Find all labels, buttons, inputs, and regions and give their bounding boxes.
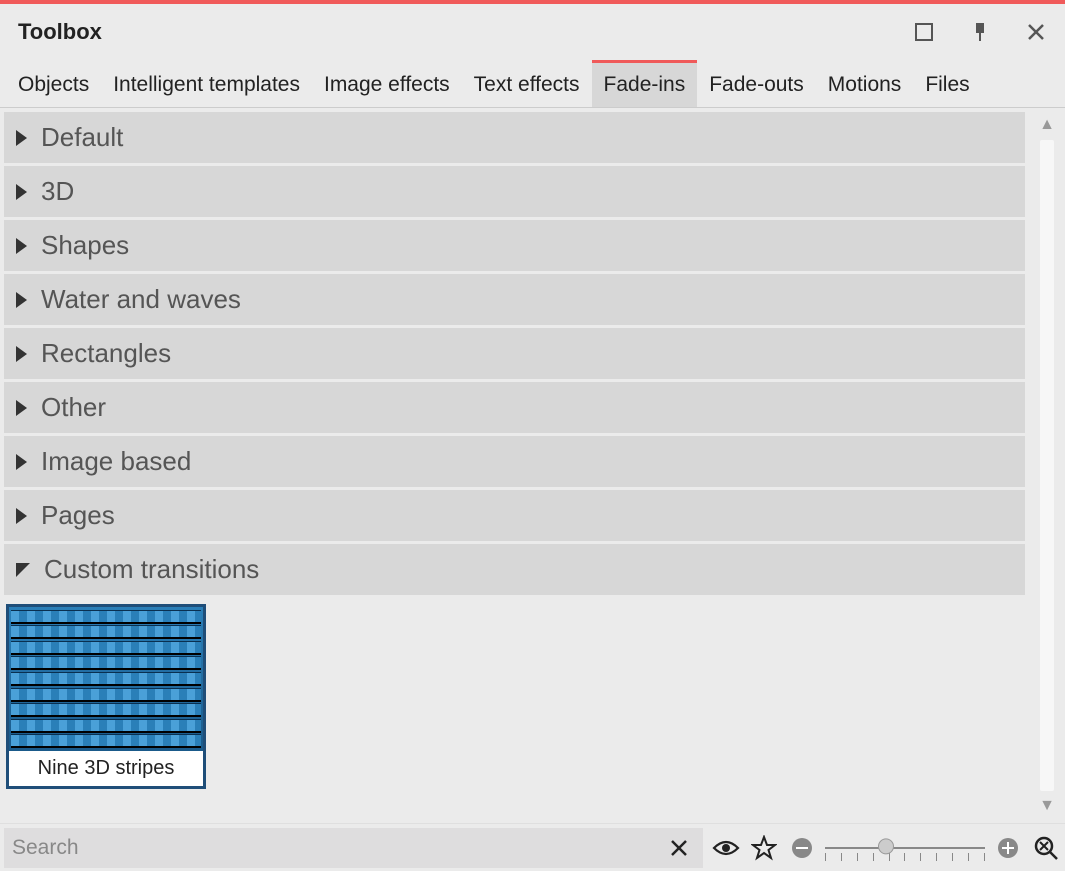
tab-text-effects[interactable]: Text effects	[462, 60, 592, 107]
pin-icon[interactable]	[969, 21, 991, 43]
group-default[interactable]: Default	[4, 112, 1025, 163]
transition-caption: Nine 3D stripes	[34, 751, 179, 786]
group-label: Other	[41, 392, 106, 423]
search-field[interactable]	[4, 828, 703, 868]
maximize-icon[interactable]	[913, 21, 935, 43]
tab-label: Objects	[18, 73, 89, 97]
tab-objects[interactable]: Objects	[6, 60, 101, 107]
transition-item-nine-3d-stripes[interactable]: Nine 3D stripes	[6, 604, 206, 789]
transition-thumbnail	[9, 607, 203, 751]
slider-ticks	[825, 853, 985, 861]
scroll-track[interactable]	[1040, 140, 1054, 791]
tab-motions[interactable]: Motions	[816, 60, 914, 107]
group-label: 3D	[41, 176, 74, 207]
footer	[0, 823, 1065, 871]
chevron-right-icon	[16, 508, 27, 524]
chevron-right-icon	[16, 292, 27, 308]
tab-fade-outs[interactable]: Fade-outs	[697, 60, 816, 107]
clear-search-icon[interactable]	[663, 838, 695, 858]
group-other[interactable]: Other	[4, 382, 1025, 433]
group-label: Shapes	[41, 230, 129, 261]
chevron-down-icon	[16, 563, 30, 577]
tab-fade-ins[interactable]: Fade-ins	[592, 60, 698, 107]
group-3d[interactable]: 3D	[4, 166, 1025, 217]
scroll-down-icon[interactable]: ▼	[1039, 797, 1055, 815]
zoom-out-icon[interactable]	[787, 833, 817, 863]
titlebar: Toolbox	[0, 4, 1065, 60]
group-label: Custom transitions	[44, 554, 259, 585]
tab-label: Text effects	[474, 73, 580, 97]
tab-label: Intelligent templates	[113, 73, 300, 97]
window-title: Toolbox	[18, 19, 102, 45]
chevron-right-icon	[16, 238, 27, 254]
group-water-and-waves[interactable]: Water and waves	[4, 274, 1025, 325]
slider-track	[825, 847, 985, 849]
slider-thumb[interactable]	[878, 838, 894, 854]
group-label: Image based	[41, 446, 191, 477]
chevron-right-icon	[16, 130, 27, 146]
group-list: Default 3D Shapes Water and waves Rectan…	[0, 108, 1029, 823]
favorite-icon[interactable]	[749, 833, 779, 863]
tab-label: Fade-ins	[604, 73, 686, 97]
group-label: Water and waves	[41, 284, 241, 315]
tabs: Objects Intelligent templates Image effe…	[0, 60, 1065, 108]
tab-label: Fade-outs	[709, 73, 804, 97]
group-label: Rectangles	[41, 338, 171, 369]
group-rectangles[interactable]: Rectangles	[4, 328, 1025, 379]
custom-transitions-items: Nine 3D stripes	[4, 598, 1025, 795]
zoom-slider[interactable]	[825, 833, 985, 863]
tab-label: Motions	[828, 73, 902, 97]
chevron-right-icon	[16, 454, 27, 470]
tab-label: Files	[925, 73, 969, 97]
tab-image-effects[interactable]: Image effects	[312, 60, 462, 107]
close-icon[interactable]	[1025, 21, 1047, 43]
tab-label: Image effects	[324, 73, 450, 97]
zoom-in-icon[interactable]	[993, 833, 1023, 863]
chevron-right-icon	[16, 184, 27, 200]
group-label: Pages	[41, 500, 115, 531]
tab-files[interactable]: Files	[913, 60, 981, 107]
scroll-up-icon[interactable]: ▲	[1039, 116, 1055, 134]
tab-intelligent-templates[interactable]: Intelligent templates	[101, 60, 312, 107]
group-pages[interactable]: Pages	[4, 490, 1025, 541]
chevron-right-icon	[16, 400, 27, 416]
chevron-right-icon	[16, 346, 27, 362]
group-image-based[interactable]: Image based	[4, 436, 1025, 487]
window-controls	[913, 21, 1047, 43]
group-label: Default	[41, 122, 123, 153]
preview-icon[interactable]	[711, 833, 741, 863]
group-shapes[interactable]: Shapes	[4, 220, 1025, 271]
zoom-fit-icon[interactable]	[1031, 833, 1061, 863]
search-input[interactable]	[12, 836, 663, 860]
group-custom-transitions[interactable]: Custom transitions	[4, 544, 1025, 595]
content: Default 3D Shapes Water and waves Rectan…	[0, 108, 1065, 823]
scrollbar[interactable]: ▲ ▼	[1029, 108, 1065, 823]
